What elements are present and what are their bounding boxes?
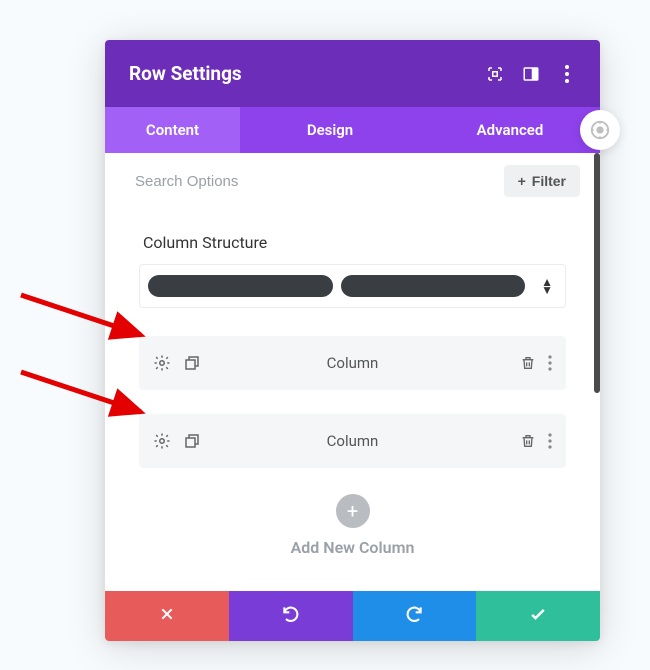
structure-column-2 — [341, 275, 526, 297]
plus-icon: + — [347, 499, 358, 523]
plus-icon: + — [518, 173, 526, 189]
panel-footer — [105, 591, 600, 641]
scrollbar[interactable] — [594, 153, 600, 393]
undo-icon — [281, 604, 301, 628]
column-structure-title: Column Structure — [143, 233, 566, 252]
trash-icon[interactable] — [520, 432, 536, 450]
gear-icon[interactable] — [153, 432, 171, 450]
panel-title: Row Settings — [129, 62, 242, 85]
preview-eye-button[interactable] — [580, 110, 620, 150]
filter-button[interactable]: + Filter — [504, 165, 580, 197]
tab-design[interactable]: Design — [240, 107, 420, 153]
check-icon — [528, 604, 548, 628]
tab-advanced[interactable]: Advanced — [420, 107, 600, 153]
expand-icon[interactable] — [486, 65, 504, 83]
column-structure-selector[interactable]: ▲▼ — [139, 264, 566, 308]
row-settings-panel: Row Settings Content Design Advanced + — [105, 40, 600, 641]
filter-button-label: Filter — [532, 173, 566, 189]
add-column-label: Add New Column — [105, 538, 600, 557]
duplicate-icon[interactable] — [183, 432, 201, 450]
tab-content[interactable]: Content — [105, 107, 240, 153]
tabs-bar: Content Design Advanced — [105, 107, 600, 153]
more-menu-icon[interactable] — [558, 65, 576, 83]
header-actions — [486, 65, 576, 83]
cancel-button[interactable] — [105, 591, 229, 641]
columns-toggle-icon[interactable] — [522, 65, 540, 83]
redo-button[interactable] — [353, 591, 477, 641]
add-column-area: + Add New Column — [105, 492, 600, 591]
duplicate-icon[interactable] — [183, 354, 201, 372]
redo-icon — [404, 604, 424, 628]
close-icon — [159, 606, 175, 626]
add-column-button[interactable]: + — [336, 494, 370, 528]
panel-body: + Filter Column Structure ▲▼ — [105, 153, 600, 591]
trash-icon[interactable] — [520, 354, 536, 372]
undo-button[interactable] — [229, 591, 353, 641]
more-icon[interactable] — [548, 433, 552, 449]
column-structure-section: Column Structure ▲▼ — [105, 209, 600, 328]
more-icon[interactable] — [548, 355, 552, 371]
column-item[interactable]: Column — [139, 336, 566, 390]
column-label: Column — [327, 354, 379, 372]
panel-header: Row Settings — [105, 40, 600, 107]
search-input[interactable] — [135, 173, 492, 190]
save-button[interactable] — [476, 591, 600, 641]
sort-handle-icon[interactable]: ▲▼ — [541, 278, 553, 294]
structure-column-1 — [148, 275, 333, 297]
column-item[interactable]: Column — [139, 414, 566, 468]
column-list: Column — [105, 328, 600, 468]
gear-icon[interactable] — [153, 354, 171, 372]
column-label: Column — [327, 432, 379, 450]
search-row: + Filter — [105, 153, 600, 209]
